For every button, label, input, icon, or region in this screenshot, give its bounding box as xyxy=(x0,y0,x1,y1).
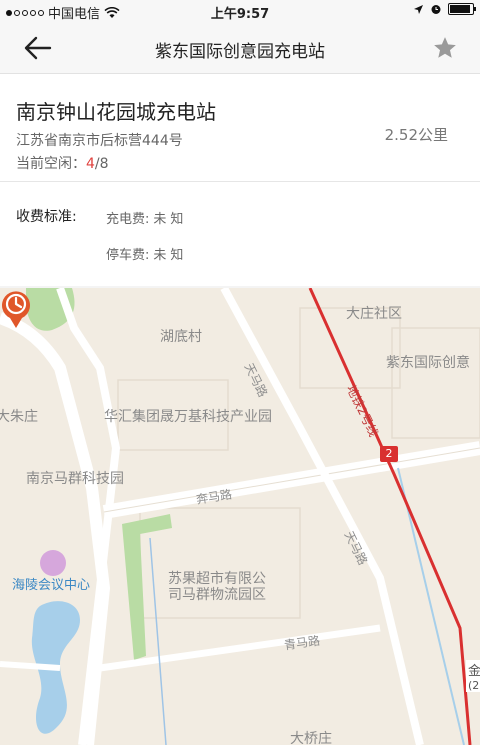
map-label-zidong: 紫东国际创意 xyxy=(386,355,470,371)
charge-fee-label: 充电费: xyxy=(106,212,150,227)
map-view[interactable]: 大庄社区 湖底村 紫东国际创意 天马路 地铁2号线 大朱庄 华汇集团晟万基科技产… xyxy=(0,288,480,745)
map-label-dazhuzhuang: 大朱庄 xyxy=(0,409,38,425)
parking-fee-label: 停车费: xyxy=(106,248,150,263)
availability-now: 4 xyxy=(86,156,95,172)
battery-icon xyxy=(448,3,476,15)
map-label-maqun: 南京马群科技园 xyxy=(26,471,124,487)
map-label-hudicun: 湖底村 xyxy=(160,329,202,345)
parking-fee-value: 未知 xyxy=(153,248,188,263)
station-address: 江苏省南京市后标营444号 xyxy=(16,133,183,149)
status-time: 上午9:57 xyxy=(210,7,270,22)
location-arrow-icon xyxy=(414,4,423,14)
charge-fee-value: 未知 xyxy=(153,212,188,227)
page-title: 紫东国际创意园充电站 xyxy=(155,42,325,62)
fee-label: 收费标准: xyxy=(16,209,77,225)
status-right xyxy=(413,3,476,15)
map-label-hailing: 海陵会议中心 xyxy=(12,578,91,593)
status-bar: 中国电信 上午9:57 xyxy=(0,0,480,22)
map-label-dazhuang: 大庄社区 xyxy=(346,306,402,322)
hotel-icon[interactable] xyxy=(40,550,66,576)
metro-line-badge: 2 xyxy=(380,446,398,462)
alarm-icon xyxy=(431,5,441,14)
map-label-daqiao: 大桥庄 xyxy=(290,731,332,745)
station-info: 南京钟山花园城充电站 江苏省南京市后标营444号 当前空闲：4/8 2.52公里 xyxy=(0,74,480,182)
star-icon[interactable] xyxy=(432,35,458,61)
availability-total: /8 xyxy=(94,156,109,172)
station-name: 南京钟山花园城充电站 xyxy=(16,100,216,124)
map-label-edge-station: 金 xyxy=(466,660,480,679)
station-distance: 2.52公里 xyxy=(384,126,448,144)
map-label-suguo-2: 司马群物流园区 xyxy=(168,587,266,603)
charge-fee-row: 充电费: 未知 xyxy=(106,208,187,227)
fee-section: 收费标准: 充电费: 未知 停车费: 未知 xyxy=(0,182,480,286)
map-label-huahui: 华汇集团晟万基科技产业园 xyxy=(104,409,272,425)
parking-fee-row: 停车费: 未知 xyxy=(106,244,187,263)
availability: 当前空闲：4/8 xyxy=(16,153,109,173)
charging-station-pin-icon[interactable] xyxy=(0,288,32,328)
availability-label: 当前空闲： xyxy=(16,156,86,172)
nav-bar: 紫东国际创意园充电站 xyxy=(0,22,480,74)
map-label-edge-sub: (2 xyxy=(466,679,480,692)
